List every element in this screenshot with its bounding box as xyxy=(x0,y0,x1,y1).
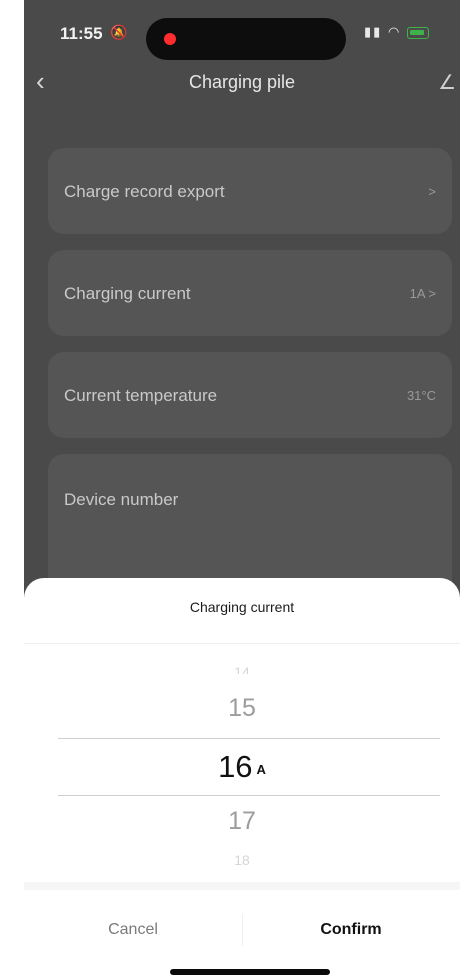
setting-row-current-temperature[interactable]: Current temperature 31°C xyxy=(48,352,452,438)
edit-icon[interactable]: ∠ xyxy=(438,70,456,95)
setting-label: Charge record export xyxy=(64,182,225,201)
picker-selected-value: 16 xyxy=(218,749,253,784)
charging-current-bottom-sheet: Charging current 14 15 16 A 17 18 Cancel … xyxy=(24,578,460,976)
recording-dot-icon xyxy=(164,33,176,45)
cancel-button[interactable]: Cancel xyxy=(24,898,242,962)
picker-option-18[interactable]: 18 xyxy=(24,854,460,868)
setting-label: Device number xyxy=(64,490,179,509)
signal-icon: ▮▮ xyxy=(364,24,383,39)
picker-unit: A xyxy=(256,762,266,777)
chevron-right-icon: > xyxy=(428,184,436,199)
dimmed-background-page[interactable]: 11:55 🔕 ▮▮ ◠ ‹ Charging pile ∠ Charge re… xyxy=(24,0,460,604)
setting-label: Charging current xyxy=(64,284,191,303)
picker-option-17[interactable]: 17 xyxy=(24,807,460,836)
battery-charging-icon xyxy=(406,26,429,39)
current-picker-wheel[interactable]: 14 15 16 A 17 18 xyxy=(24,658,460,868)
setting-label: Current temperature xyxy=(64,386,218,405)
wifi-icon: ◠ xyxy=(387,24,402,39)
page-title: Charging pile xyxy=(188,72,296,92)
picker-option-15[interactable]: 15 xyxy=(24,694,460,723)
bell-slash-icon: 🔕 xyxy=(110,24,128,40)
status-time: 11:55 xyxy=(60,24,103,43)
picker-option-selected[interactable]: 16 A xyxy=(24,749,460,785)
divider xyxy=(24,643,460,644)
home-indicator[interactable] xyxy=(170,969,330,975)
sheet-title: Charging current xyxy=(189,599,295,615)
footer-separator xyxy=(24,882,460,890)
status-icons: ▮▮ ◠ xyxy=(364,24,429,40)
status-bar: 11:55 🔕 ▮▮ ◠ xyxy=(24,0,460,70)
selection-line-bottom xyxy=(58,795,440,796)
setting-value: 31°C xyxy=(406,388,436,403)
picker-option-14[interactable]: 14 xyxy=(24,660,460,674)
selection-line-top xyxy=(58,738,440,739)
dynamic-island xyxy=(146,18,346,60)
setting-value: 1A > xyxy=(409,286,436,301)
phone-screen: 11:55 🔕 ▮▮ ◠ ‹ Charging pile ∠ Charge re… xyxy=(24,0,460,976)
confirm-button[interactable]: Confirm xyxy=(242,898,460,962)
setting-row-charge-record-export[interactable]: Charge record export > xyxy=(48,148,452,234)
setting-row-charging-current[interactable]: Charging current 1A > xyxy=(48,250,452,336)
